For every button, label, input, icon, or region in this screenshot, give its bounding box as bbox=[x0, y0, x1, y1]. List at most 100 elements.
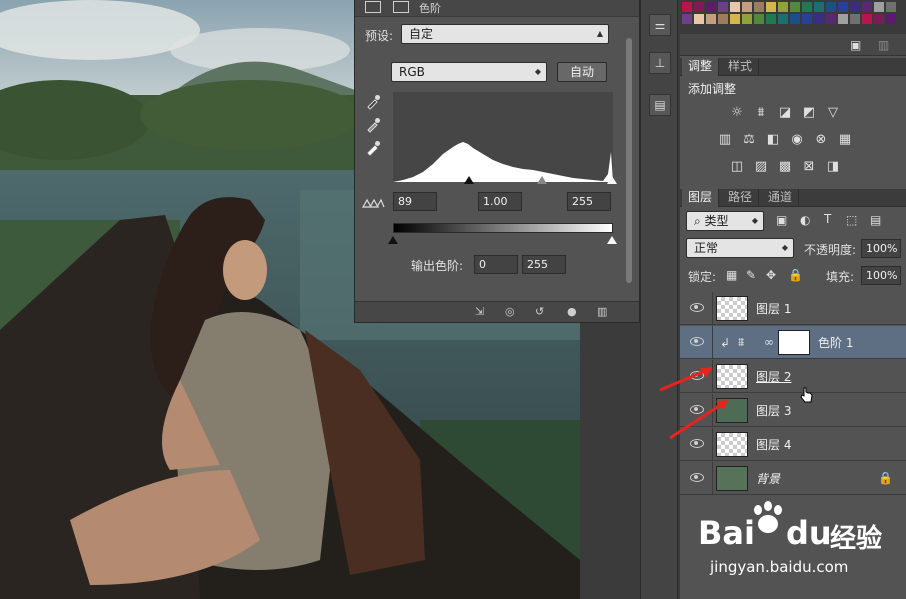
color-swatch[interactable] bbox=[874, 2, 884, 12]
color-swatch[interactable] bbox=[850, 14, 860, 24]
new-swatch-icon[interactable]: ▣ bbox=[850, 38, 861, 52]
tab-styles[interactable]: 样式 bbox=[722, 58, 760, 76]
selective-color-icon[interactable]: ⊠ bbox=[800, 159, 818, 175]
notes-dock-icon[interactable]: ▤ bbox=[649, 94, 671, 116]
auto-button[interactable]: 自动 bbox=[557, 62, 607, 82]
curves-icon[interactable]: ◪ bbox=[776, 105, 794, 121]
layer-kind-filter[interactable]: ⌕ 类型 ◆ bbox=[686, 211, 764, 231]
output-black-field[interactable]: 0 bbox=[474, 255, 518, 274]
gradient-triangle-icon[interactable]: ▽ bbox=[824, 105, 842, 121]
stamp-dock-icon[interactable]: ⊥ bbox=[649, 52, 671, 74]
scrollbar-thumb[interactable] bbox=[626, 38, 632, 283]
color-swatch[interactable] bbox=[730, 2, 740, 12]
blend-mode-select[interactable]: 正常 ◆ bbox=[686, 238, 794, 258]
color-swatch[interactable] bbox=[838, 14, 848, 24]
clipping-warning-icon[interactable] bbox=[361, 197, 385, 209]
black-white-icon[interactable]: ◧ bbox=[764, 132, 782, 148]
white-point-eyedropper-icon[interactable] bbox=[365, 140, 381, 156]
color-swatch[interactable] bbox=[778, 14, 788, 24]
color-swatch[interactable] bbox=[718, 14, 728, 24]
color-swatch[interactable] bbox=[742, 14, 752, 24]
input-white-slider[interactable] bbox=[607, 176, 617, 184]
preset-select[interactable]: 自定 ▲ bbox=[401, 24, 609, 44]
color-swatch[interactable] bbox=[706, 14, 716, 24]
color-swatch[interactable] bbox=[838, 2, 848, 12]
color-swatch[interactable] bbox=[754, 2, 764, 12]
color-swatch[interactable] bbox=[754, 14, 764, 24]
color-swatch[interactable] bbox=[718, 2, 728, 12]
layer-row[interactable]: 背景 🔒 bbox=[680, 462, 906, 495]
filter-shape-icon[interactable]: ⬚ bbox=[846, 213, 857, 227]
tab-layers[interactable]: 图层 bbox=[682, 189, 720, 207]
photo-filter-icon[interactable]: ◉ bbox=[788, 132, 806, 148]
adjustments-dock-icon[interactable]: ⚌ bbox=[649, 14, 671, 36]
color-swatch[interactable] bbox=[826, 14, 836, 24]
color-swatch[interactable] bbox=[802, 2, 812, 12]
color-lookup-icon[interactable]: ▦ bbox=[836, 132, 854, 148]
color-swatch[interactable] bbox=[850, 2, 860, 12]
color-swatch[interactable] bbox=[790, 2, 800, 12]
filter-adjustment-icon[interactable]: ◐ bbox=[800, 213, 810, 227]
color-swatch[interactable] bbox=[766, 2, 776, 12]
filter-pixel-icon[interactable]: ▣ bbox=[776, 213, 787, 227]
color-swatch[interactable] bbox=[682, 14, 692, 24]
color-balance-icon[interactable]: ⚖ bbox=[740, 132, 758, 148]
color-swatch[interactable] bbox=[862, 2, 872, 12]
tab-adjustments[interactable]: 调整 bbox=[682, 58, 720, 76]
input-black-slider[interactable] bbox=[464, 176, 474, 184]
trash-icon[interactable]: ▥ bbox=[597, 305, 607, 318]
tab-channels[interactable]: 通道 bbox=[762, 189, 800, 207]
lock-position-icon[interactable]: ✥ bbox=[766, 268, 776, 282]
color-swatch[interactable] bbox=[778, 2, 788, 12]
eye-icon[interactable] bbox=[690, 472, 704, 482]
color-swatch[interactable] bbox=[742, 2, 752, 12]
lock-transparent-icon[interactable]: ▦ bbox=[726, 268, 737, 282]
view-previous-icon[interactable]: ◎ bbox=[505, 305, 515, 318]
trash-icon[interactable]: ▥ bbox=[878, 38, 889, 52]
channel-select[interactable]: RGB ◆ bbox=[391, 62, 547, 82]
tab-paths[interactable]: 路径 bbox=[722, 189, 760, 207]
input-gamma-field[interactable]: 1.00 bbox=[478, 192, 522, 211]
color-swatch[interactable] bbox=[814, 2, 824, 12]
clip-to-layer-icon[interactable]: ⇲ bbox=[475, 305, 484, 318]
mask-thumbnail[interactable] bbox=[778, 330, 810, 355]
link-icon[interactable]: ∞ bbox=[764, 335, 774, 349]
opacity-field[interactable]: 100% bbox=[861, 239, 901, 258]
color-swatch[interactable] bbox=[706, 2, 716, 12]
color-swatch[interactable] bbox=[694, 14, 704, 24]
input-white-field[interactable]: 255 bbox=[567, 192, 611, 211]
color-swatch[interactable] bbox=[790, 14, 800, 24]
filter-smart-object-icon[interactable]: ▤ bbox=[870, 213, 881, 227]
exposure-icon[interactable]: ◩ bbox=[800, 105, 818, 121]
black-point-eyedropper-icon[interactable] bbox=[365, 94, 381, 110]
color-swatch[interactable] bbox=[886, 2, 896, 12]
layer-row[interactable]: 图层 1 bbox=[680, 292, 906, 325]
fill-field[interactable]: 100% bbox=[861, 266, 901, 285]
adjustment-layer-icon[interactable] bbox=[365, 1, 381, 13]
vibrance-icon[interactable]: ▥ bbox=[716, 132, 734, 148]
threshold-icon[interactable]: ▩ bbox=[776, 159, 794, 175]
eye-icon[interactable] bbox=[690, 302, 704, 312]
color-swatch[interactable] bbox=[886, 14, 896, 24]
channel-mixer-icon[interactable]: ⊗ bbox=[812, 132, 830, 148]
posterize-icon[interactable]: ▨ bbox=[752, 159, 770, 175]
visibility-icon[interactable]: ● bbox=[567, 305, 577, 318]
color-swatch[interactable] bbox=[802, 14, 812, 24]
filter-type-icon[interactable]: T bbox=[824, 212, 831, 226]
reset-icon[interactable]: ↺ bbox=[535, 305, 544, 318]
output-white-slider[interactable] bbox=[607, 236, 617, 244]
gradient-map-icon[interactable]: ◨ bbox=[824, 159, 842, 175]
color-swatch[interactable] bbox=[730, 14, 740, 24]
input-gamma-slider[interactable] bbox=[537, 176, 547, 184]
color-swatch[interactable] bbox=[766, 14, 776, 24]
color-swatch[interactable] bbox=[694, 2, 704, 12]
input-black-field[interactable]: 89 bbox=[393, 192, 437, 211]
gray-point-eyedropper-icon[interactable] bbox=[365, 117, 381, 133]
lock-all-icon[interactable]: 🔒 bbox=[788, 268, 803, 282]
lock-pixels-icon[interactable]: ✎ bbox=[746, 268, 756, 282]
brightness-icon[interactable]: ☼ bbox=[728, 105, 746, 121]
color-swatch[interactable] bbox=[814, 14, 824, 24]
color-swatch[interactable] bbox=[874, 14, 884, 24]
mask-icon[interactable] bbox=[393, 1, 409, 13]
color-swatch[interactable] bbox=[862, 14, 872, 24]
